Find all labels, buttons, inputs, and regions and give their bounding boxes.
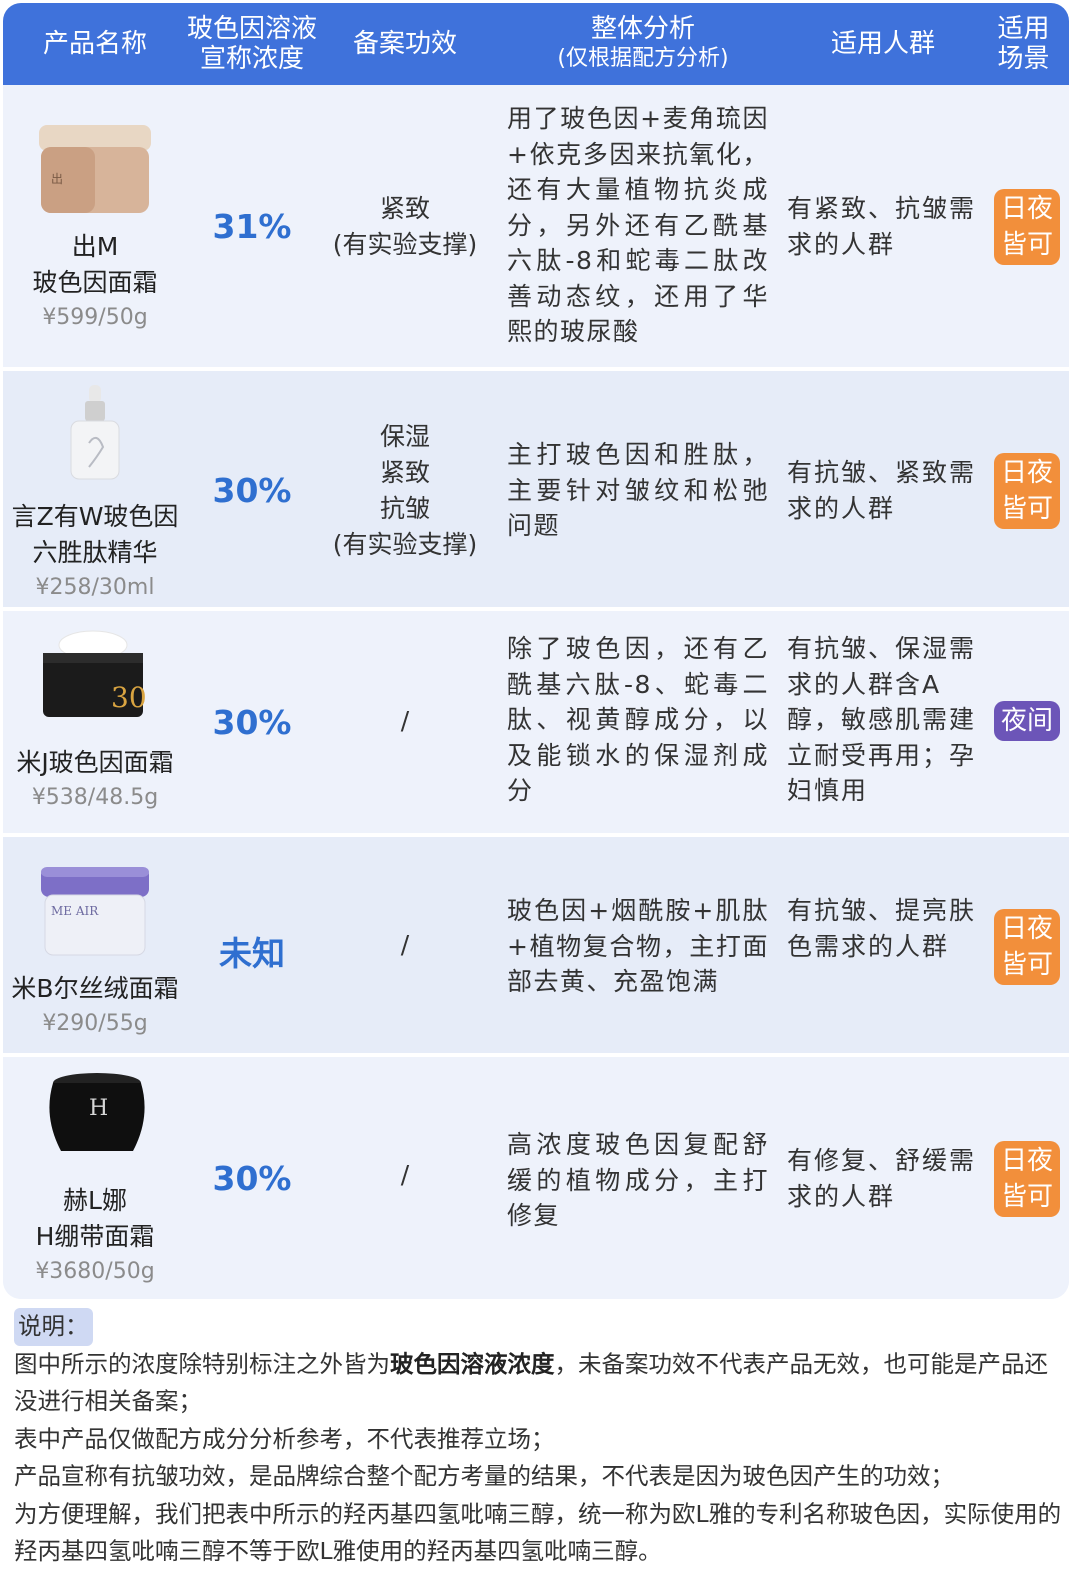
svg-text:ME AIR: ME AIR: [51, 904, 99, 918]
notes-line: 为方便理解，我们把表中所示的羟丙基四氢吡喃三醇，统一称为欧L雅的专利名称玻色因，…: [14, 1499, 1062, 1566]
concentration-value: 30%: [212, 703, 292, 742]
header-effect: 备案功效: [352, 29, 457, 59]
group-text: 有抗皱、提亮肤色需求的人群: [787, 896, 977, 961]
svg-text:H: H: [89, 1096, 108, 1121]
product-price: ¥3680/50g: [35, 1259, 155, 1284]
product-cell: 米B尔丝绒面霜 ¥290/55g: [3, 971, 187, 1041]
product-price: ¥258/30ml: [35, 575, 155, 600]
product-name-line2: 六胜肽精华: [32, 538, 158, 567]
scene-badge-line2: 皆可: [1000, 494, 1053, 524]
scene-badge-line2: 皆可: [1000, 950, 1053, 980]
header-group: 适用人群: [830, 29, 935, 59]
cream-jar-icon: ME AIR: [41, 867, 149, 956]
scene-badge: 日夜 皆可: [994, 189, 1060, 265]
concentration-value: 未知: [219, 934, 285, 973]
analysis-text: 用了玻色因+麦角琉因+依克多因来抗氧化，还有大量植物抗炎成分，另外还有乙酰基六肽…: [507, 104, 769, 346]
cream-jar-icon: 出: [39, 125, 151, 213]
product-name-line2: 玻色因面霜: [32, 268, 158, 297]
svg-text:出: 出: [51, 172, 63, 186]
table-row: ME AIR 米B尔丝绒面霜 ¥290/55g 未知 / 玻色因+烟酰胺+肌肽+…: [3, 837, 1069, 1053]
product-cell: 出M 玻色因面霜 ¥599/50g: [3, 229, 187, 335]
concentration-value: 30%: [212, 471, 292, 510]
effect-line: 紧致: [379, 458, 430, 487]
scene-badge: 夜间: [994, 701, 1060, 741]
scene-badge: 日夜 皆可: [994, 909, 1060, 985]
table-header: 产品名称 玻色因溶液 宣称浓度 备案功效 整体分析 (仅根据配方分析) 适用人群…: [3, 3, 1069, 85]
header-analysis: 整体分析 (仅根据配方分析): [493, 3, 793, 85]
notes-line: 产品宣称有抗皱功效，是品牌综合整个配方考量的结果，不代表是因为玻色因产生的功效；: [14, 1462, 954, 1490]
scene-badge: 日夜 皆可: [994, 1141, 1060, 1217]
notes-section: 说明： 图中所示的浓度除特别标注之外皆为玻色因溶液浓度，未备案功效不代表产品无效…: [14, 1308, 1064, 1571]
group-text: 有紧致、抗皱需求的人群: [787, 194, 977, 259]
serum-bottle-icon: [70, 385, 120, 480]
header-scene-line1: 适用: [997, 14, 1050, 44]
analysis-text: 除了玻色因，还有乙酰基六肽-8、蛇毒二肽、视黄醇成分，以及能锁水的保湿剂成分: [507, 634, 769, 805]
analysis-text: 主打玻色因和胜肽，主要针对皱纹和松弛问题: [507, 440, 769, 540]
effect-line: /: [400, 706, 410, 735]
product-name: 出M: [71, 232, 119, 261]
effect-line: /: [400, 930, 410, 959]
header-scene-line2: 场景: [997, 44, 1050, 74]
effect-cell: /: [317, 1157, 493, 1193]
analysis-text: 高浓度玻色因复配舒缓的植物成分，主打修复: [507, 1130, 769, 1230]
table-row: 出 出M 玻色因面霜 ¥599/50g 31% 紧致 (有实验支撑) 用了玻色因…: [3, 85, 1069, 369]
effect-line: 紧致: [379, 194, 430, 223]
notes-line: 表中产品仅做配方成分分析参考，不代表推荐立场；: [14, 1424, 555, 1453]
product-cell: 言Z有W玻色因 六胜肽精华 ¥258/30ml: [3, 499, 187, 605]
effect-cell: /: [317, 703, 493, 739]
table-row: 30 米J玻色因面霜 ¥538/48.5g 30% / 除了玻色因，还有乙酰基六…: [3, 611, 1069, 833]
scene-badge-line1: 日夜: [1000, 1146, 1053, 1176]
table-row: H 赫L娜 H绷带面霜 ¥3680/50g 30% / 高浓度玻色因复配舒缓的植…: [3, 1057, 1069, 1299]
product-cell: 米J玻色因面霜 ¥538/48.5g: [3, 745, 187, 815]
header-concentration: 玻色因溶液 宣称浓度: [187, 3, 317, 85]
group-text: 有抗皱、紧致需求的人群: [787, 458, 977, 523]
analysis-text: 玻色因+烟酰胺+肌肽+植物复合物，主打面部去黄、充盈饱满: [507, 896, 769, 996]
header-analysis-line2: (仅根据配方分析): [557, 46, 729, 71]
concentration-value: 30%: [212, 1159, 292, 1198]
product-price: ¥290/55g: [42, 1011, 148, 1036]
scene-badge-line2: 皆可: [1000, 1182, 1053, 1212]
scene-badge-line1: 夜间: [1000, 706, 1053, 736]
notes-title: 说明：: [14, 1308, 93, 1346]
header-concentration-line1: 玻色因溶液: [187, 14, 318, 44]
product-name: 米J玻色因面霜: [16, 748, 174, 777]
scene-badge-line1: 日夜: [1000, 458, 1053, 488]
concentration-value: 31%: [212, 207, 292, 246]
svg-text:30: 30: [111, 681, 145, 714]
effect-line: 抗皱: [379, 494, 430, 523]
scene-badge-line2: 皆可: [1000, 230, 1053, 260]
notes-line1-bold: 玻色因溶液浓度: [390, 1349, 555, 1378]
group-text: 有修复、舒缓需求的人群: [787, 1146, 977, 1211]
effect-cell: 保湿 紧致 抗皱 (有实验支撑): [317, 419, 493, 563]
scene-badge-line1: 日夜: [1000, 194, 1053, 224]
group-text: 有抗皱、保湿需求的人群含A醇，敏感肌需建立耐受再用；孕妇慎用: [787, 634, 977, 805]
effect-line: (有实验支撑): [332, 530, 478, 559]
product-name: 米B尔丝绒面霜: [11, 974, 179, 1003]
effect-cell: 紧致 (有实验支撑): [317, 191, 493, 263]
effect-line: /: [400, 1160, 410, 1189]
header-concentration-line2: 宣称浓度: [199, 44, 304, 74]
cream-jar-icon: H: [49, 1073, 145, 1151]
comparison-table: 产品名称 玻色因溶液 宣称浓度 备案功效 整体分析 (仅根据配方分析) 适用人群…: [3, 3, 1069, 1299]
scene-badge-line1: 日夜: [1000, 914, 1053, 944]
product-cell: 赫L娜 H绷带面霜 ¥3680/50g: [3, 1183, 187, 1289]
effect-line: 保湿: [379, 422, 430, 451]
notes-line1-text: 图中所示的浓度除特别标注之外皆为: [14, 1349, 390, 1378]
table-row: 言Z有W玻色因 六胜肽精华 ¥258/30ml 30% 保湿 紧致 抗皱 (有实…: [3, 371, 1069, 609]
header-product: 产品名称: [42, 29, 147, 59]
product-price: ¥599/50g: [42, 305, 148, 330]
product-price: ¥538/48.5g: [31, 785, 159, 810]
product-name-line2: H绷带面霜: [35, 1222, 155, 1251]
effect-cell: /: [317, 927, 493, 963]
product-name: 言Z有W玻色因: [11, 502, 179, 531]
cream-jar-icon: 30: [43, 630, 145, 717]
notes-line: 图中所示的浓度除特别标注之外皆为玻色因溶液浓度，未备案功效不代表产品无效，也可能…: [14, 1346, 1064, 1421]
effect-line: (有实验支撑): [332, 230, 478, 259]
header-analysis-line1: 整体分析: [590, 14, 695, 44]
scene-badge: 日夜 皆可: [994, 453, 1060, 529]
header-scene: 适用 场景: [978, 3, 1069, 85]
product-name: 赫L娜: [63, 1186, 127, 1215]
